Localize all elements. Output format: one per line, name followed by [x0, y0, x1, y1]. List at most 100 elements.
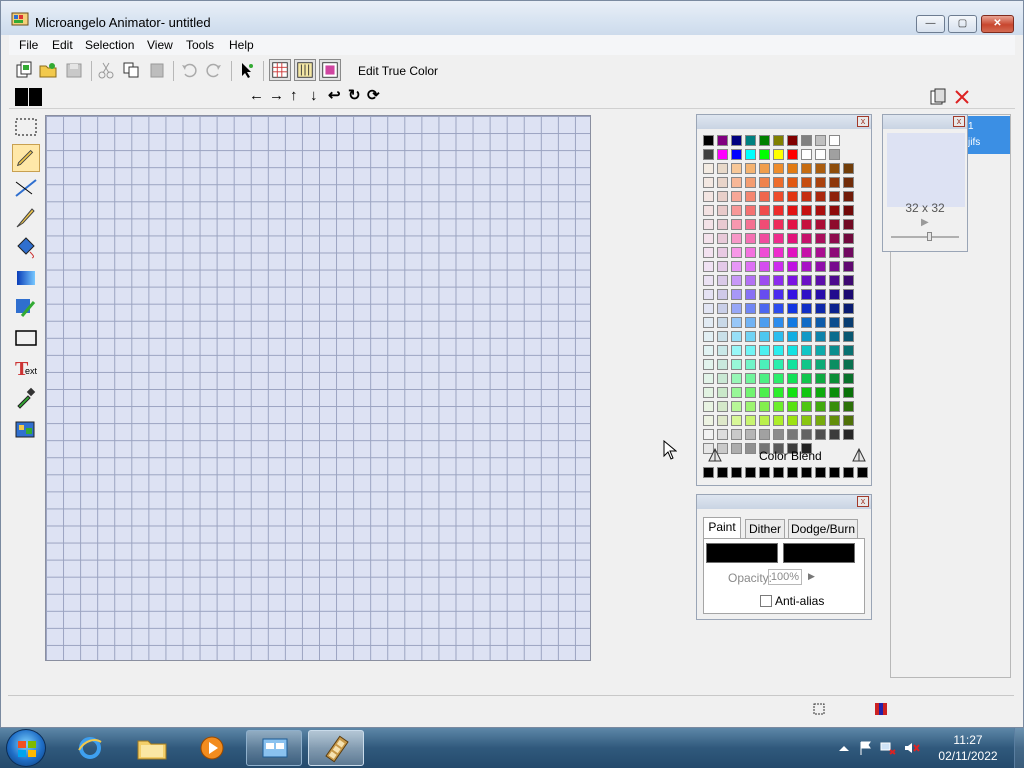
color-swatch[interactable] — [703, 387, 714, 398]
color-swatch[interactable] — [801, 205, 812, 216]
color-swatch[interactable] — [731, 289, 742, 300]
color-swatch[interactable] — [829, 331, 840, 342]
color-swatch[interactable] — [815, 303, 826, 314]
menu-edit[interactable]: Edit — [52, 38, 73, 52]
blend-swatch[interactable] — [703, 467, 714, 478]
color-swatch[interactable] — [815, 135, 826, 146]
color-swatch[interactable] — [773, 331, 784, 342]
color-swatch[interactable] — [731, 135, 742, 146]
color-swatch[interactable] — [829, 233, 840, 244]
color-swatch[interactable] — [773, 205, 784, 216]
blend-swatch[interactable] — [787, 467, 798, 478]
color-swatch[interactable] — [815, 247, 826, 258]
shift-left-icon[interactable]: ← — [249, 87, 264, 105]
color-swatch[interactable] — [815, 219, 826, 230]
color-swatch[interactable] — [815, 359, 826, 370]
color-swatch[interactable] — [745, 205, 756, 216]
color-swatch[interactable] — [843, 289, 854, 300]
editing-canvas[interactable] — [45, 115, 591, 661]
opacity-field[interactable]: 100% — [768, 569, 802, 585]
color-swatch[interactable] — [787, 317, 798, 328]
color-swatch[interactable] — [829, 415, 840, 426]
color-swatch[interactable] — [843, 345, 854, 356]
color-swatch[interactable] — [703, 373, 714, 384]
color-swatch[interactable] — [787, 191, 798, 202]
paste-icon[interactable] — [148, 61, 166, 79]
color-swatch[interactable] — [745, 149, 756, 160]
paint-primary-color[interactable] — [706, 543, 778, 563]
network-icon[interactable] — [880, 741, 896, 755]
color-swatch[interactable] — [829, 373, 840, 384]
color-swatch[interactable] — [759, 345, 770, 356]
redo-icon[interactable] — [205, 61, 223, 79]
color-swatch[interactable] — [717, 191, 728, 202]
shift-right-icon[interactable]: → — [269, 87, 284, 105]
blend-swatch[interactable] — [857, 467, 868, 478]
copy-icon[interactable] — [122, 61, 140, 79]
color-swatch[interactable] — [843, 303, 854, 314]
color-swatch[interactable] — [759, 303, 770, 314]
color-swatch[interactable] — [843, 261, 854, 272]
color-swatch[interactable] — [731, 317, 742, 328]
color-swatch[interactable] — [759, 261, 770, 272]
color-swatch[interactable] — [703, 275, 714, 286]
color-swatch[interactable] — [703, 331, 714, 342]
brush-icon[interactable] — [12, 204, 40, 232]
color-swatch[interactable] — [843, 275, 854, 286]
color-swatch[interactable] — [717, 345, 728, 356]
show-desktop-button[interactable] — [1014, 728, 1024, 768]
color-swatch[interactable] — [843, 429, 854, 440]
color-swatch[interactable] — [731, 163, 742, 174]
color-swatch[interactable] — [717, 261, 728, 272]
undo-icon[interactable] — [180, 61, 198, 79]
color-swatch[interactable] — [773, 303, 784, 314]
pointer-icon[interactable] — [238, 61, 256, 79]
show-hidden-icons-icon[interactable] — [836, 741, 852, 755]
color-swatch[interactable] — [773, 373, 784, 384]
color-swatch[interactable] — [801, 415, 812, 426]
shift-up-icon[interactable]: ↑ — [290, 87, 298, 105]
color-swatch[interactable] — [703, 261, 714, 272]
tab-dither[interactable]: Dither — [745, 519, 785, 539]
color-swatch[interactable] — [731, 429, 742, 440]
color-swatch[interactable] — [717, 401, 728, 412]
color-swatch[interactable] — [731, 415, 742, 426]
color-swatch[interactable] — [717, 415, 728, 426]
color-swatch[interactable] — [703, 149, 714, 160]
color-swatch[interactable] — [843, 191, 854, 202]
color-swatch[interactable] — [703, 135, 714, 146]
color-swatch[interactable] — [717, 331, 728, 342]
color-swatch[interactable] — [717, 177, 728, 188]
minimize-button[interactable]: — — [916, 15, 945, 33]
color-swatch[interactable] — [801, 429, 812, 440]
color-swatch[interactable] — [815, 191, 826, 202]
color-swatch[interactable] — [703, 191, 714, 202]
color-swatch[interactable] — [815, 233, 826, 244]
color-swatch[interactable] — [829, 205, 840, 216]
action-center-flag-icon[interactable] — [858, 741, 874, 755]
play-icon[interactable]: ▶ — [921, 217, 929, 228]
color-swatch[interactable] — [703, 247, 714, 258]
color-swatch[interactable] — [829, 317, 840, 328]
taskbar-media-player-button[interactable] — [184, 730, 240, 766]
color-swatch[interactable] — [759, 289, 770, 300]
color-swatch[interactable] — [745, 261, 756, 272]
color-swatch[interactable] — [745, 219, 756, 230]
color-swatch[interactable] — [801, 345, 812, 356]
color-swatch[interactable] — [759, 401, 770, 412]
color-swatch[interactable] — [787, 303, 798, 314]
color-swatch[interactable] — [731, 345, 742, 356]
color-swatch[interactable] — [843, 247, 854, 258]
frames-toggle-icon[interactable] — [294, 59, 316, 81]
menu-file[interactable]: File — [19, 38, 38, 52]
color-swatch[interactable] — [759, 177, 770, 188]
color-swatch[interactable] — [787, 373, 798, 384]
color-swatch[interactable] — [815, 401, 826, 412]
color-swatch[interactable] — [745, 233, 756, 244]
taskbar-control-panel-button[interactable] — [246, 730, 302, 766]
open-folder-icon[interactable] — [39, 61, 57, 79]
color-swatch[interactable] — [773, 345, 784, 356]
color-swatch[interactable] — [759, 359, 770, 370]
color-swatch[interactable] — [745, 163, 756, 174]
color-swatch[interactable] — [745, 331, 756, 342]
